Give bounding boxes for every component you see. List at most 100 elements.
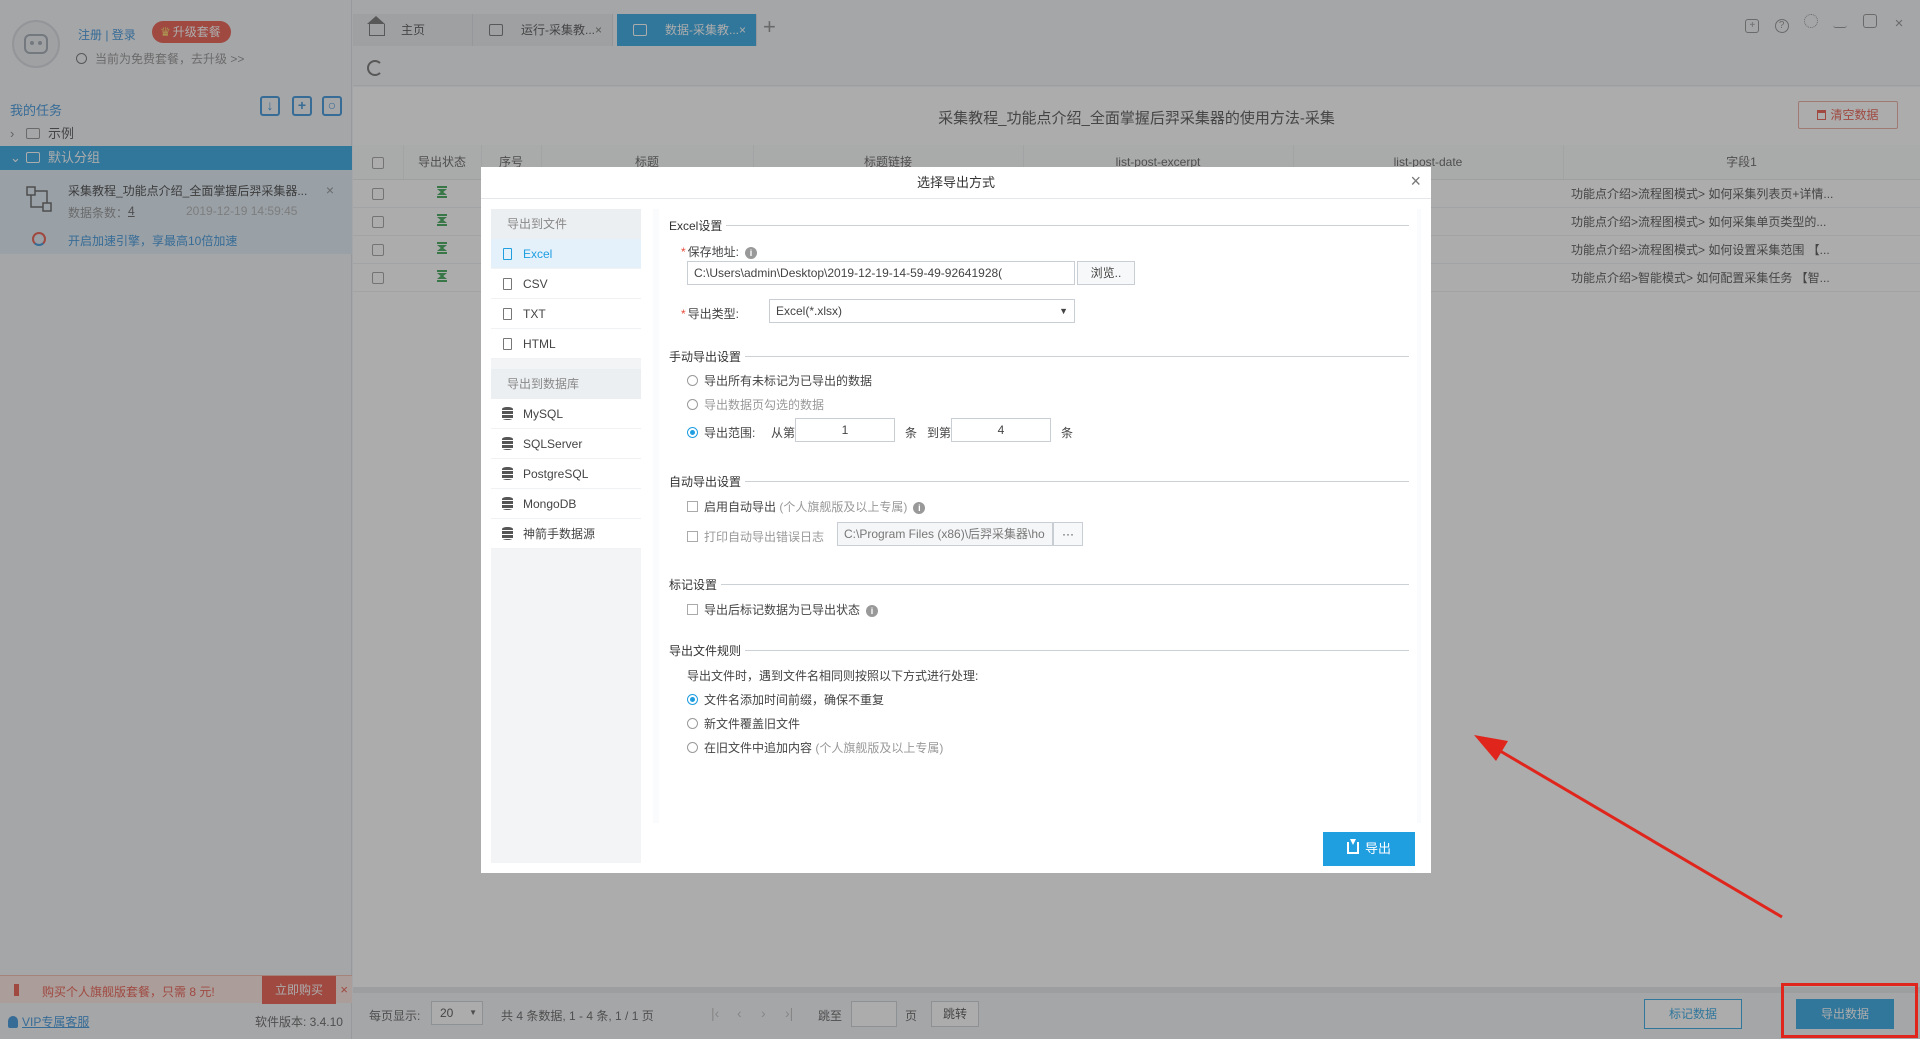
range-unit: 条 (1061, 426, 1074, 440)
menu-item-label: HTML (523, 337, 556, 351)
menu-item-label: SQLServer (523, 437, 583, 451)
export-target-menu: 导出到文件 Excel CSV TXT HTML 导出到数据库 MySQL SQ… (491, 209, 641, 863)
option-label: 启用自动导出 (704, 500, 777, 514)
export-type-select[interactable]: Excel(*.xlsx) ▼ (769, 299, 1075, 323)
export-settings-panel: Excel设置 * 保存地址: i C:\Users\admin\Desktop\2… (653, 209, 1421, 823)
info-icon[interactable]: i (866, 605, 879, 617)
export-button[interactable]: 导出 (1323, 832, 1415, 866)
export-type-label-text: 导出类型: (687, 307, 740, 321)
option-label: 新文件覆盖旧文件 (704, 717, 801, 731)
checkbox[interactable] (687, 501, 698, 512)
range-to-label: 到第 (927, 426, 952, 440)
rule-timestamp[interactable]: 文件名添加时间前缀，确保不重复 (687, 691, 884, 708)
menu-item-html[interactable]: HTML (491, 329, 641, 359)
info-icon[interactable]: i (913, 502, 926, 514)
rule-append[interactable]: 在旧文件中追加内容 (个人旗舰版及以上专属) (687, 739, 943, 756)
export-type-label: * 导出类型: (681, 305, 739, 322)
option-checked[interactable]: 导出数据页勾选的数据 (687, 396, 824, 413)
menu-item-csv[interactable]: CSV (491, 269, 641, 299)
file-icon (503, 338, 512, 350)
dropdown-arrow-icon: ▼ (1059, 306, 1068, 316)
radio-button[interactable] (687, 375, 698, 386)
checkbox[interactable] (687, 604, 698, 615)
database-icon (502, 527, 513, 540)
option-label: 导出数据页勾选的数据 (704, 398, 825, 412)
section-title: 手动导出设置 (669, 350, 746, 364)
radio-button[interactable] (687, 694, 698, 705)
radio-button[interactable] (687, 427, 698, 438)
highlight-box (1781, 983, 1918, 1038)
menu-item-mongodb[interactable]: MongoDB (491, 489, 641, 519)
dialog-title: 选择导出方式 (481, 167, 1431, 199)
menu-item-label: CSV (523, 277, 548, 291)
section-file-rule: 导出文件规则 (669, 642, 1409, 658)
option-label: 导出所有未标记为已导出的数据 (704, 374, 873, 388)
auto-log-browse-button[interactable]: ··· (1053, 522, 1083, 546)
database-icon (502, 497, 513, 510)
export-type-value: Excel(*.xlsx) (776, 304, 843, 318)
checkbox[interactable] (687, 531, 698, 542)
menu-item-label: PostgreSQL (523, 467, 589, 481)
section-title: 标记设置 (669, 578, 722, 592)
menu-item-label: TXT (523, 307, 546, 321)
export-settings-inner: Excel设置 * 保存地址: i C:\Users\admin\Desktop\2… (659, 209, 1417, 823)
menu-item-excel[interactable]: Excel (491, 239, 641, 269)
database-icon (502, 407, 513, 420)
option-label: 导出范围: (704, 426, 756, 440)
section-auto: 自动导出设置 (669, 473, 1409, 489)
side-group-db: 导出到数据库 (491, 369, 641, 399)
rule-intro: 导出文件时，遇到文件名相同则按照以下方式进行处理: (687, 669, 979, 683)
option-label: 导出后标记数据为已导出状态 (704, 603, 861, 617)
section-title: Excel设置 (669, 219, 727, 233)
auto-log-path-input[interactable]: C:\Program Files (x86)\后羿采集器\ho (837, 522, 1053, 546)
save-path-input[interactable]: C:\Users\admin\Desktop\2019-12-19-14-59-… (687, 261, 1075, 285)
menu-item-label: MySQL (523, 407, 564, 421)
radio-button[interactable] (687, 742, 698, 753)
menu-item-mysql[interactable]: MySQL (491, 399, 641, 429)
mark-after-checkbox[interactable]: 导出后标记数据为已导出状态 i (687, 601, 879, 618)
option-range[interactable]: 导出范围: (687, 424, 755, 441)
section-manual: 手动导出设置 (669, 348, 1409, 364)
export-dialog: 选择导出方式 × 导出到文件 Excel CSV TXT HTML 导出到数据库… (481, 167, 1431, 873)
range-from-input[interactable]: 1 (795, 418, 895, 442)
file-icon (503, 278, 512, 290)
menu-item-label: MongoDB (523, 497, 577, 511)
menu-item-txt[interactable]: TXT (491, 299, 641, 329)
save-path-label: * 保存地址: i (681, 243, 758, 260)
option-unexported[interactable]: 导出所有未标记为已导出的数据 (687, 372, 872, 389)
menu-item-shenjianshou[interactable]: 神箭手数据源 (491, 519, 641, 549)
side-gap (491, 359, 641, 369)
database-icon (502, 467, 513, 480)
close-icon[interactable]: × (1410, 171, 1421, 192)
rule-overwrite[interactable]: 新文件覆盖旧文件 (687, 715, 800, 732)
radio-button[interactable] (687, 718, 698, 729)
menu-item-postgresql[interactable]: PostgreSQL (491, 459, 641, 489)
menu-item-sqlserver[interactable]: SQLServer (491, 429, 641, 459)
file-icon (503, 308, 512, 320)
export-button-label: 导出 (1364, 841, 1391, 856)
menu-item-label: 神箭手数据源 (523, 527, 596, 541)
browse-button[interactable]: 浏览.. (1077, 261, 1135, 285)
download-icon (1346, 839, 1359, 854)
info-icon[interactable]: i (745, 247, 758, 259)
option-note: (个人旗舰版及以上专属) (779, 500, 908, 514)
save-path-label-text: 保存地址: (687, 245, 740, 259)
auto-export-checkbox[interactable]: 启用自动导出 (个人旗舰版及以上专属) i (687, 498, 926, 515)
range-from-label: 从第 (771, 426, 796, 440)
range-to-input[interactable]: 4 (951, 418, 1051, 442)
section-mark: 标记设置 (669, 576, 1409, 592)
required-mark: * (681, 307, 686, 321)
section-title: 导出文件规则 (669, 644, 746, 658)
option-label: 在旧文件中追加内容 (704, 741, 813, 755)
radio-button[interactable] (687, 399, 698, 410)
side-group-file: 导出到文件 (491, 209, 641, 239)
range-unit: 条 (905, 426, 918, 440)
option-note: (个人旗舰版及以上专属) (815, 741, 944, 755)
section-excel: Excel设置 (669, 217, 1409, 233)
section-title: 自动导出设置 (669, 475, 746, 489)
required-mark: * (681, 245, 686, 259)
database-icon (502, 437, 513, 450)
file-icon (503, 248, 512, 260)
auto-log-checkbox[interactable]: 打印自动导出错误日志 (687, 528, 824, 545)
option-label: 文件名添加时间前缀，确保不重复 (704, 693, 885, 707)
